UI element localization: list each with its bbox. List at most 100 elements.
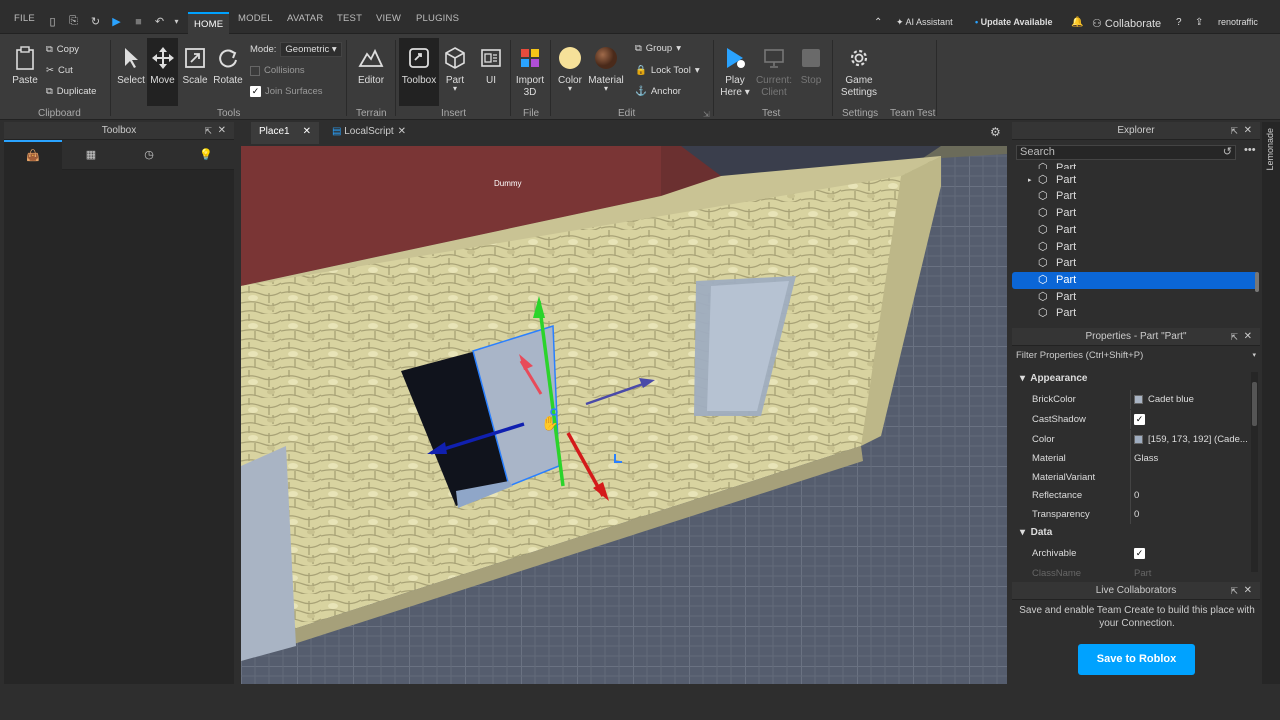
tab-test[interactable]: TEST	[337, 13, 362, 24]
collapse-icon[interactable]: ⌃	[874, 17, 882, 28]
tab-inventory[interactable]: 👜	[4, 140, 62, 170]
save-to-roblox-button[interactable]: Save to Roblox	[1078, 644, 1195, 675]
explorer-item[interactable]: ⬡ Part	[1012, 205, 1258, 222]
join-surfaces-checkbox[interactable]: ✓	[250, 86, 261, 97]
undo-icon[interactable]: ↶	[153, 15, 166, 28]
prop-value[interactable]: ✓	[1134, 414, 1145, 425]
data-category[interactable]: ▾ Data	[1012, 524, 1250, 542]
tab-creations[interactable]: 💡	[178, 140, 234, 170]
properties-scrollbar-thumb[interactable]	[1252, 382, 1257, 426]
duplicate-button[interactable]: ⧉ Duplicate	[46, 86, 96, 97]
color-button[interactable]: Color ▾	[555, 44, 585, 93]
collaborate-button[interactable]: ⚇ Collaborate	[1092, 17, 1161, 30]
explorer-item[interactable]: ▸ ⬡ Part	[1012, 172, 1258, 189]
material-button[interactable]: Material ▾	[588, 44, 624, 93]
explorer-item[interactable]: ⬡ Part	[1012, 239, 1258, 256]
explorer-item[interactable]: ⬡ Part	[1012, 222, 1258, 239]
filter-properties-input[interactable]: Filter Properties (Ctrl+Shift+P) ▾	[1012, 348, 1260, 363]
expand-arrow-icon[interactable]: ▸	[1028, 172, 1032, 189]
file-menu[interactable]: FILE	[14, 13, 35, 24]
play-here-dropdown[interactable]: Here ▾	[718, 87, 752, 99]
game-settings-button[interactable]: Game Settings	[840, 44, 878, 99]
move-button[interactable]: Move	[147, 38, 178, 106]
tab-marketplace[interactable]: ▦	[62, 140, 120, 170]
new-file-icon[interactable]: ▯	[46, 15, 59, 28]
notifications-icon[interactable]: 🔔	[1071, 17, 1083, 28]
help-icon[interactable]: ?	[1176, 17, 1182, 28]
tab-place1[interactable]: Place1 ✕	[251, 122, 319, 144]
lemonade-tab[interactable]: Lemonade	[1265, 128, 1275, 171]
pin-icon[interactable]: ⇱	[1230, 582, 1238, 600]
prop-row[interactable]: Reflectance 0	[1012, 486, 1250, 505]
stop-button[interactable]: Stop	[796, 44, 826, 86]
close-icon[interactable]: ✕	[303, 122, 311, 142]
open-file-icon[interactable]: ⎘	[67, 15, 80, 28]
explorer-item[interactable]: ⬡ Part	[1012, 271, 1258, 289]
prop-value[interactable]: Glass	[1134, 453, 1158, 464]
explorer-search-input[interactable]: Search ↺	[1016, 145, 1236, 160]
tab-recent[interactable]: ◷	[120, 140, 178, 170]
terrain-editor-button[interactable]: Editor	[354, 44, 388, 86]
prop-row[interactable]: BrickColor Cadet blue	[1012, 390, 1250, 409]
pin-icon[interactable]: ⇱	[204, 122, 212, 140]
prop-value[interactable]: [159, 173, 192] (Cade...	[1134, 434, 1248, 445]
properties-scrollbar-track[interactable]	[1251, 372, 1258, 572]
explorer-item[interactable]: ⬡ Part	[1012, 305, 1258, 322]
paste-button[interactable]: Paste	[10, 44, 40, 86]
more-icon[interactable]: ▾	[170, 15, 183, 28]
checkbox[interactable]: ✓	[1134, 414, 1145, 425]
prop-row[interactable]: Transparency 0	[1012, 505, 1250, 524]
import-3d-button[interactable]: Import 3D	[513, 44, 547, 99]
prop-value[interactable]: Cadet blue	[1134, 394, 1194, 405]
copy-button[interactable]: ⧉ Copy	[46, 44, 79, 55]
prop-row[interactable]: CastShadow ✓	[1012, 410, 1250, 429]
cut-button[interactable]: ✂ Cut	[46, 65, 73, 76]
current-client-button[interactable]: Current: Client	[755, 44, 793, 99]
appearance-category[interactable]: ▾ Appearance	[1012, 370, 1250, 388]
prop-row[interactable]: MaterialVariant	[1012, 468, 1250, 487]
prop-value[interactable]: 0	[1134, 509, 1139, 520]
refresh-icon[interactable]: ↻	[89, 15, 102, 28]
tab-model[interactable]: MODEL	[238, 13, 273, 24]
part-button[interactable]: Part ▾	[441, 44, 469, 93]
username[interactable]: renotraffic	[1218, 17, 1258, 27]
play-here-button[interactable]: Play Here ▾	[718, 44, 752, 99]
collisions-toggle[interactable]: Collisions	[250, 65, 305, 76]
play-icon[interactable]: ▶	[110, 15, 123, 28]
mode-selector[interactable]: Mode: Geometric ▾	[250, 42, 342, 57]
explorer-item[interactable]: ⬡ Part	[1012, 289, 1258, 306]
pin-icon[interactable]: ⇱	[1230, 122, 1238, 140]
update-available[interactable]: • Update Available	[975, 17, 1053, 27]
prop-row[interactable]: Material Glass	[1012, 449, 1250, 468]
gear-icon[interactable]: ⚙	[990, 125, 1001, 139]
toolbox-button[interactable]: Toolbox	[399, 38, 439, 106]
group-button[interactable]: ⧉ Group ▾	[635, 43, 681, 54]
3d-viewport[interactable]: Dummy ✋	[241, 146, 1007, 684]
tab-plugins[interactable]: PLUGINS	[416, 13, 459, 24]
share-icon[interactable]: ⇪	[1195, 17, 1203, 28]
scale-button[interactable]: Scale	[180, 44, 210, 86]
tab-avatar[interactable]: AVATAR	[287, 13, 323, 24]
filter-history-icon[interactable]: ↺	[1223, 146, 1232, 159]
more-options-icon[interactable]: •••	[1244, 144, 1256, 156]
ui-button[interactable]: UI	[477, 44, 505, 86]
ai-assistant[interactable]: ✦ AI Assistant	[896, 17, 953, 28]
close-icon[interactable]: ✕	[1244, 122, 1252, 140]
prop-value[interactable]: 0	[1134, 490, 1139, 501]
explorer-item[interactable]: ⬡ Part	[1012, 255, 1258, 272]
close-icon[interactable]: ✕	[218, 122, 226, 140]
explorer-item[interactable]: ⬡ Part	[1012, 160, 1258, 169]
prop-row[interactable]: Color [159, 173, 192] (Cade...	[1012, 430, 1250, 449]
collisions-checkbox[interactable]	[250, 65, 260, 76]
join-surfaces-toggle[interactable]: ✓ Join Surfaces	[250, 86, 323, 97]
close-icon[interactable]: ✕	[1244, 328, 1252, 346]
pin-icon[interactable]: ⇱	[1230, 328, 1238, 346]
expand-icon[interactable]: ⇲	[703, 110, 710, 119]
rotate-button[interactable]: Rotate	[213, 44, 243, 86]
lock-tool-button[interactable]: 🔒 Lock Tool ▾	[635, 65, 700, 76]
tab-view[interactable]: VIEW	[376, 13, 401, 24]
archivable-checkbox[interactable]: ✓	[1134, 548, 1145, 559]
close-icon[interactable]: ✕	[398, 122, 406, 142]
mode-dropdown[interactable]: Geometric ▾	[280, 42, 342, 57]
stop-icon[interactable]: ■	[132, 15, 145, 28]
